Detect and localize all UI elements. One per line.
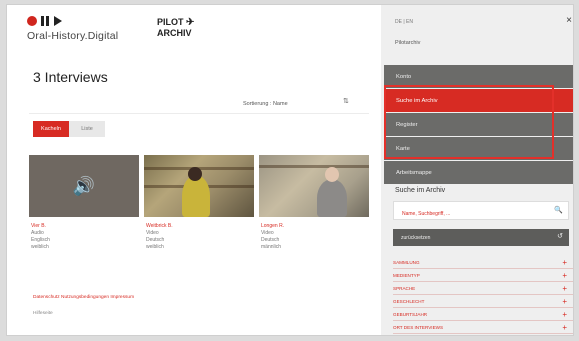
filter-list: SAMMLUNG + MEDIENTYP + SPRACHE + GESCHLECHT… <box>393 256 573 334</box>
filter-collection[interactable]: SAMMLUNG + <box>393 256 573 269</box>
plus-icon: + <box>562 270 567 280</box>
language-switch[interactable]: DE | EN <box>395 19 413 25</box>
card-meta: Weitbrick B. Video Deutsch weiblich <box>144 223 254 251</box>
interviewee-name[interactable]: Longen R. <box>261 223 369 230</box>
interview-grid: 🔊 Vier B. Audio Englisch weiblich Weitbr… <box>29 155 369 251</box>
interview-card[interactable]: 🔊 Vier B. Audio Englisch weiblich <box>29 155 139 251</box>
app-window: Oral-History.Digital PILOT ✈ ARCHIV 3 In… <box>6 4 574 336</box>
reset-label: zurücksetzen <box>401 234 431 241</box>
filter-label: ORT DES INTERVIEWS <box>393 324 444 330</box>
undo-icon: ↺ <box>557 233 563 240</box>
card-meta: Longen R. Video Deutsch männlich <box>259 223 369 251</box>
filter-gender[interactable]: GESCHLECHT + <box>393 295 573 308</box>
plus-icon: + <box>562 309 567 319</box>
filter-interview-location[interactable]: ORT DES INTERVIEWS + <box>393 321 573 334</box>
interviewee-name[interactable]: Vier B. <box>31 223 139 230</box>
plus-icon: + <box>562 257 567 267</box>
logo-icons <box>27 15 118 27</box>
footer-links[interactable]: Datenschutz Nutzungsbedingungen Impressu… <box>33 295 134 300</box>
interviewee-head <box>325 167 339 182</box>
interview-card[interactable]: Weitbrick B. Video Deutsch weiblich <box>144 155 254 251</box>
interviewee-figure <box>182 175 210 217</box>
filter-label: GESCHLECHT <box>393 298 425 304</box>
language: Deutsch <box>146 237 165 243</box>
plus-icon: + <box>562 283 567 293</box>
plus-icon: + <box>562 296 567 306</box>
media-type: Video <box>261 230 274 236</box>
close-icon[interactable]: × <box>566 15 572 26</box>
gender: weiblich <box>31 244 49 250</box>
interview-card[interactable]: Longen R. Video Deutsch männlich <box>259 155 369 251</box>
pilot-text: PILOT <box>157 17 184 27</box>
filter-language[interactable]: SPRACHE + <box>393 282 573 295</box>
view-tabs: Kacheln Liste <box>33 121 105 137</box>
tab-tiles[interactable]: Kacheln <box>33 121 69 137</box>
filter-birth-year[interactable]: GEBURTSJAHR + <box>393 308 573 321</box>
plane-icon: ✈ <box>186 17 195 28</box>
video-thumbnail[interactable] <box>144 155 254 217</box>
footer-note[interactable]: Hilfeseite <box>33 311 53 316</box>
tab-list[interactable]: Liste <box>69 121 105 137</box>
gender: männlich <box>261 244 282 250</box>
archive-logo: PILOT ✈ ARCHIV <box>157 17 194 38</box>
sidebar-item-workbook[interactable]: Arbeitsmappe <box>384 161 573 184</box>
search-section-title: Suche im Archiv <box>395 187 446 194</box>
bookshelf <box>259 165 369 168</box>
search-icon[interactable]: 🔍 <box>554 206 563 214</box>
language: Deutsch <box>261 237 280 243</box>
logo-text: Oral-History.Digital <box>27 30 119 42</box>
search-box: 🔍 <box>393 201 569 223</box>
interviewee-head <box>188 167 202 181</box>
speaker-icon: 🔊 <box>72 175 96 196</box>
archiv-text: ARCHIV <box>157 28 192 38</box>
page-title: 3 Interviews <box>33 69 108 85</box>
reset-button[interactable]: zurücksetzen ↺ <box>393 229 569 246</box>
sort-order-icon[interactable]: ⇅ <box>343 97 349 105</box>
sort-dropdown[interactable]: Sortierung : Name <box>243 101 288 107</box>
filter-label: GEBURTSJAHR <box>393 311 428 317</box>
media-type: Audio <box>31 230 44 236</box>
language: Englisch <box>31 237 50 243</box>
record-icon <box>27 16 37 26</box>
filter-label: MEDIENTYP <box>393 272 420 278</box>
card-meta: Vier B. Audio Englisch weiblich <box>29 223 139 251</box>
search-input[interactable] <box>394 205 544 223</box>
filter-label: SPRACHE <box>393 285 416 291</box>
sidebar: DE | EN × Pilotarchiv Konto Suche im Arc… <box>381 5 573 335</box>
plus-icon: + <box>562 322 567 332</box>
video-thumbnail[interactable] <box>259 155 369 217</box>
sidebar-subtitle: Pilotarchiv <box>395 40 421 46</box>
gender: weiblich <box>146 244 164 250</box>
divider <box>29 113 369 114</box>
media-type: Video <box>146 230 159 236</box>
interviewee-name[interactable]: Weitbrick B. <box>146 223 254 230</box>
audio-thumbnail[interactable]: 🔊 <box>29 155 139 217</box>
play-icon <box>54 16 62 26</box>
highlight-box <box>384 85 554 159</box>
interviewee-figure <box>317 179 347 217</box>
filter-media-type[interactable]: MEDIENTYP + <box>393 269 573 282</box>
pause-icon <box>41 16 50 26</box>
main-panel: Oral-History.Digital PILOT ✈ ARCHIV 3 In… <box>7 5 381 335</box>
logo[interactable]: Oral-History.Digital <box>27 15 118 42</box>
filter-label: SAMMLUNG <box>393 259 420 265</box>
